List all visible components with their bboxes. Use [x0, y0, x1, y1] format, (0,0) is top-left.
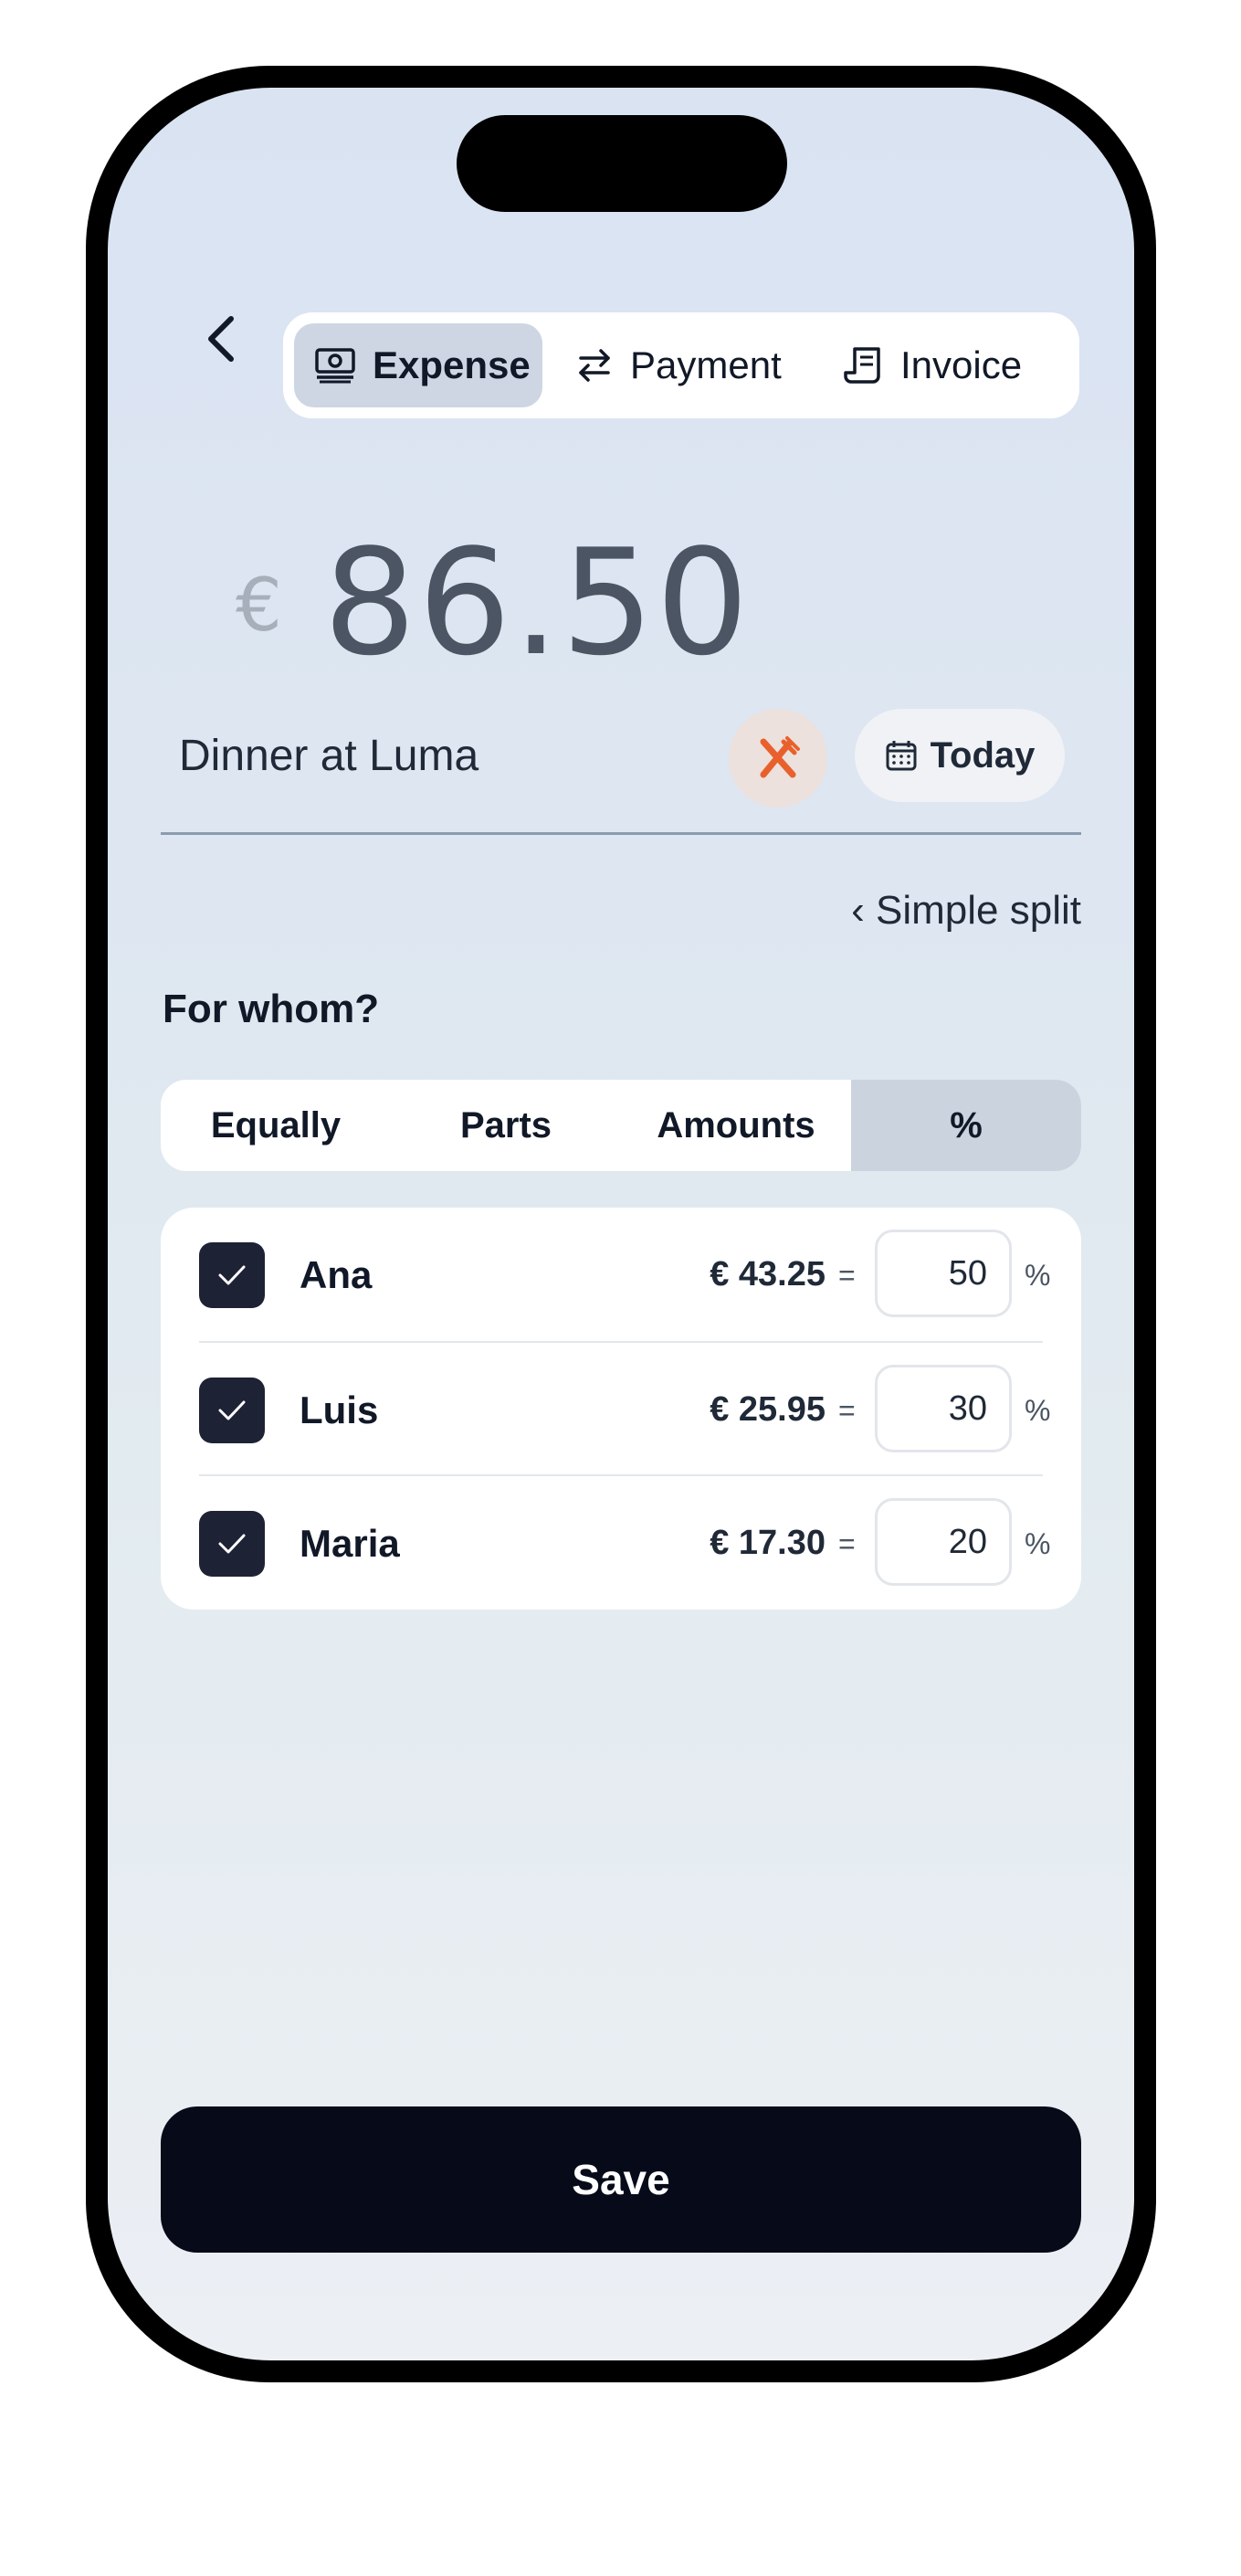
participant-amount: € 43.25	[710, 1255, 826, 1293]
tab-percent[interactable]: %	[851, 1080, 1081, 1171]
tab-invoice-label: Invoice	[900, 343, 1023, 386]
participant-name: Ana	[300, 1253, 373, 1296]
equals-sign: =	[838, 1394, 856, 1427]
description-divider	[161, 832, 1081, 835]
list-item: Luis € 25.95 = 30 %	[199, 1341, 1050, 1476]
tab-payment[interactable]: Payment	[557, 323, 804, 407]
currency-symbol[interactable]: €	[236, 563, 282, 648]
equals-sign: =	[838, 1527, 856, 1560]
tab-equally[interactable]: Equally	[161, 1080, 391, 1171]
date-button[interactable]: Today	[855, 709, 1065, 802]
checkmark-icon	[218, 1534, 246, 1554]
amount-value[interactable]: 86.50	[309, 517, 765, 688]
category-button[interactable]	[729, 709, 827, 808]
tab-expense-label: Expense	[373, 343, 531, 386]
list-item: Ana € 43.25 = 50 %	[199, 1208, 1050, 1343]
percent-unit: %	[1025, 1394, 1051, 1427]
percent-unit: %	[1025, 1259, 1051, 1292]
tab-amounts[interactable]: Amounts	[621, 1080, 851, 1171]
participant-amount: € 25.95	[710, 1390, 826, 1429]
tab-invoice[interactable]: Invoice	[831, 323, 1068, 407]
equals-sign: =	[838, 1259, 856, 1292]
checkmark-icon	[218, 1400, 246, 1420]
participants-list: Ana € 43.25 = 50 % Luis € 25.95 = 30 % M…	[161, 1208, 1081, 1610]
split-mode-tabs: Equally Parts Amounts %	[161, 1080, 1081, 1171]
for-whom-heading: For whom?	[163, 987, 380, 1031]
tab-payment-label: Payment	[630, 343, 782, 386]
participant-checkbox[interactable]	[199, 1242, 265, 1308]
description-input[interactable]: Dinner at Luma	[179, 731, 479, 781]
list-item: Maria € 17.30 = 20 %	[199, 1474, 1050, 1610]
participant-checkbox[interactable]	[199, 1378, 265, 1443]
percent-input[interactable]: 20	[875, 1498, 1012, 1586]
participant-amount: € 17.30	[710, 1524, 826, 1562]
app-screen: Expense Payment Invoice € 86.50 Dinner a…	[108, 88, 1134, 2360]
simple-split-link[interactable]: ‹ Simple split	[851, 888, 1081, 934]
dynamic-island	[457, 115, 787, 212]
transfer-arrows-icon	[575, 347, 614, 384]
chevron-left-icon	[208, 316, 234, 362]
checkmark-icon	[218, 1265, 246, 1285]
percent-unit: %	[1025, 1527, 1051, 1560]
calendar-icon	[885, 739, 918, 772]
entry-type-tabs: Expense Payment Invoice	[283, 312, 1079, 418]
participant-name: Luis	[300, 1388, 379, 1431]
save-button[interactable]: Save	[161, 2106, 1081, 2253]
phone-frame: Expense Payment Invoice € 86.50 Dinner a…	[86, 66, 1156, 2382]
tab-expense[interactable]: Expense	[294, 323, 542, 407]
back-button[interactable]	[190, 307, 254, 371]
percent-input[interactable]: 30	[875, 1365, 1012, 1452]
receipt-icon	[844, 345, 884, 385]
participant-name: Maria	[300, 1522, 400, 1565]
banknote-icon	[314, 347, 356, 384]
percent-input[interactable]: 50	[875, 1230, 1012, 1317]
tab-parts[interactable]: Parts	[391, 1080, 621, 1171]
date-label: Today	[930, 734, 1036, 776]
participant-checkbox[interactable]	[199, 1511, 265, 1577]
fork-knife-icon	[760, 736, 800, 778]
